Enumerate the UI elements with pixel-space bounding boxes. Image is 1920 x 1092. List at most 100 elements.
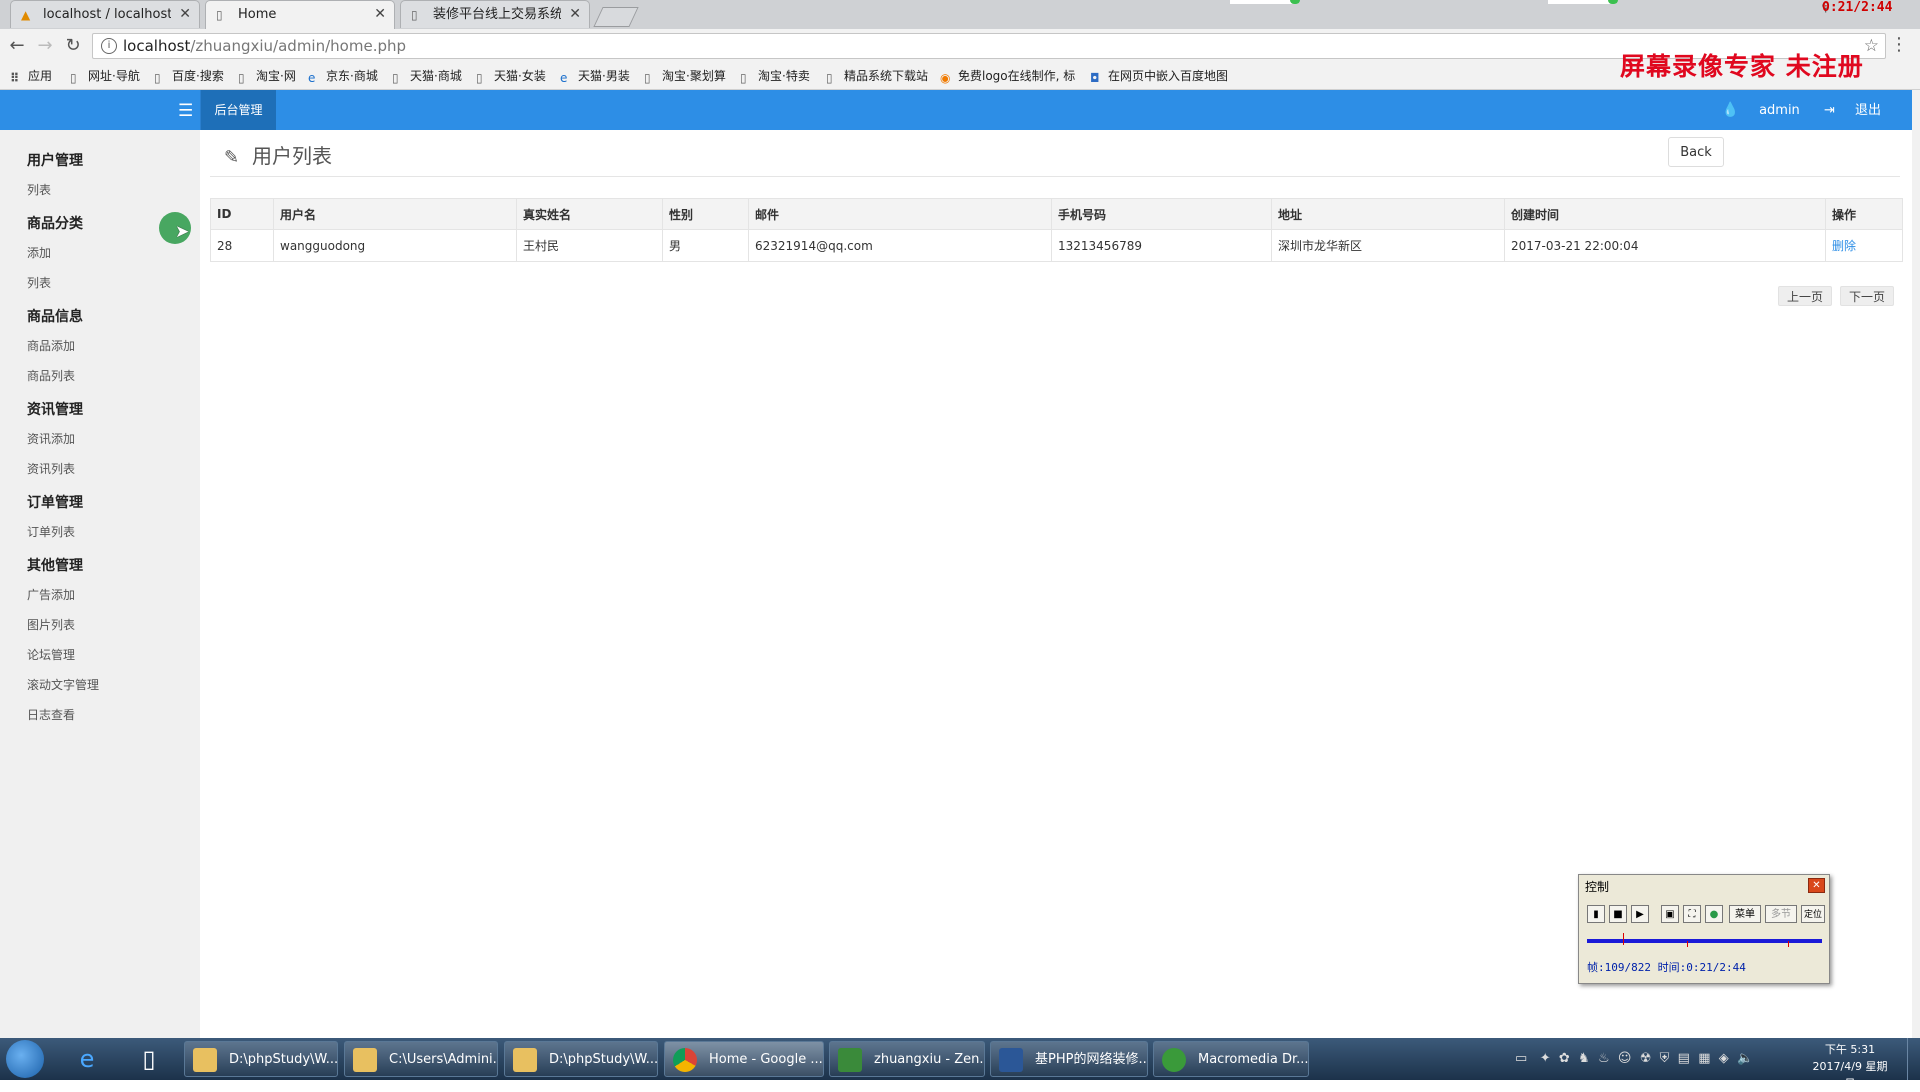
bookmark-apps[interactable]: ⠿ 应用 [10, 64, 52, 89]
recorder-locate-button[interactable]: 定位 [1801, 905, 1825, 923]
tray-app-icon[interactable]: ▤ [1678, 1051, 1690, 1066]
taskbar-item-dreamweaver[interactable]: Macromedia Dr... [1153, 1041, 1309, 1077]
sidebar-item-image-list[interactable]: 图片列表 [27, 616, 75, 633]
tab-phpmyadmin[interactable]: ▲ localhost / localhost / z ✕ [10, 0, 200, 28]
sidebar-group-order[interactable]: 订单管理 [27, 492, 83, 512]
sidebar-item-user-list[interactable]: 列表 [27, 181, 51, 198]
tray-app-icon[interactable]: ✦ [1540, 1051, 1551, 1066]
keyboard-icon[interactable]: ▭ [1515, 1051, 1527, 1066]
sidebar-item-category-add[interactable]: 添加 [27, 244, 51, 261]
close-tab-icon[interactable]: ✕ [374, 1, 386, 28]
tray-app-icon[interactable]: ☺ [1618, 1051, 1632, 1066]
prev-page-button[interactable]: 上一页 [1778, 286, 1833, 306]
bookmark-item[interactable]: ▯ 精品系统下载站 [826, 64, 928, 89]
sidebar-item-order-list[interactable]: 订单列表 [27, 523, 75, 540]
delete-link[interactable]: 删除 [1832, 239, 1856, 253]
tab-home[interactable]: ▯ Home ✕ [205, 0, 395, 29]
sidebar-group-product[interactable]: 商品信息 [27, 306, 83, 326]
bookmark-item[interactable]: ▯ 天猫·女装 [476, 64, 546, 89]
bookmark-item[interactable]: ◘ 在网页中嵌入百度地图 [1090, 64, 1228, 89]
next-frame-button[interactable]: ▶ [1631, 905, 1649, 923]
tray-app-icon[interactable]: ☢ [1640, 1051, 1652, 1066]
recording-timer: 0:21/2:44 [1822, 0, 1893, 15]
sidebar-group-user[interactable]: 用户管理 [27, 150, 83, 170]
logout-link[interactable]: ⇥ 退出 [1808, 103, 1881, 118]
back-arrow-icon[interactable]: ← [6, 35, 28, 57]
page-scrollbar[interactable] [1912, 90, 1920, 1038]
sidebar-group-other[interactable]: 其他管理 [27, 555, 83, 575]
sidebar-item-product-add[interactable]: 商品添加 [27, 337, 75, 354]
network-icon[interactable]: ▦ [1698, 1051, 1710, 1066]
sidebar-item-category-list[interactable]: 列表 [27, 274, 51, 291]
url-text[interactable]: localhost/zhuangxiu/admin/home.php [123, 34, 406, 58]
tray-app-icon[interactable]: ◈ [1719, 1051, 1729, 1066]
close-icon[interactable]: ✕ [1808, 878, 1825, 893]
sidebar-item-logs[interactable]: 日志查看 [27, 706, 75, 723]
taskbar-item-word[interactable]: 基PHP的网络装修... [990, 1041, 1148, 1077]
close-tab-icon[interactable]: ✕ [179, 1, 191, 28]
show-desktop-button[interactable] [1907, 1038, 1920, 1080]
sidebar-item-forum[interactable]: 论坛管理 [27, 646, 75, 663]
folder-icon [513, 1048, 537, 1072]
bookmark-item[interactable]: ▯ 网址·导航 [70, 64, 140, 89]
theme-drop-icon[interactable]: 💧 [1721, 102, 1738, 118]
cell-id: 28 [210, 229, 274, 262]
sidebar-item-news-add[interactable]: 资讯添加 [27, 430, 75, 447]
sidebar-item-news-list[interactable]: 资讯列表 [27, 460, 75, 477]
bookmark-item[interactable]: e 京东·商城 [308, 64, 378, 89]
taskbar-item-chrome[interactable]: Home - Google ... [664, 1041, 824, 1077]
sidebar-group-category[interactable]: 商品分类 [27, 213, 83, 233]
clock[interactable]: 下午 5:31 2017/4/9 星期日 [1810, 1041, 1890, 1092]
tray-app-icon[interactable]: ♨ [1598, 1051, 1610, 1066]
play-pause-button[interactable]: ▮ [1587, 905, 1605, 923]
admin-user-link[interactable]: admin [1759, 103, 1800, 118]
back-button[interactable]: Back [1668, 137, 1724, 167]
new-tab-button[interactable] [593, 7, 639, 27]
tray-app-icon[interactable]: ♞ [1578, 1051, 1590, 1066]
browser-menu-icon[interactable]: ⋮ [1890, 34, 1908, 55]
taskbar-item-folder-1[interactable]: D:\phpStudy\W... [184, 1041, 338, 1077]
forward-arrow-icon[interactable]: → [34, 35, 56, 57]
bookmark-item[interactable]: ▯ 天猫·商城 [392, 64, 462, 89]
bookmark-item[interactable]: ▯ 淘宝·网 [238, 64, 296, 89]
recorder-title: 控制 [1585, 880, 1610, 894]
site-info-icon[interactable]: i [101, 38, 117, 54]
sidebar-item-ad-add[interactable]: 广告添加 [27, 586, 75, 603]
logout-icon: ⇥ [1823, 103, 1835, 118]
stop-button[interactable]: ■ [1609, 905, 1627, 923]
bookmark-star-icon[interactable]: ☆ [1864, 36, 1879, 56]
bookmark-item[interactable]: ◉ 免费logo在线制作, 标 [940, 64, 1076, 89]
tray-app-icon[interactable]: ✿ [1559, 1051, 1570, 1066]
next-page-button[interactable]: 下一页 [1840, 286, 1895, 306]
nav-tab-admin[interactable]: 后台管理 [200, 90, 276, 130]
hamburger-menu-icon[interactable]: ☰ [178, 101, 193, 121]
taskbar-item-folder-2[interactable]: C:\Users\Admini... [344, 1041, 498, 1077]
url-bar[interactable]: i localhost/zhuangxiu/admin/home.php ☆ [92, 33, 1886, 59]
col-gender: 性别 [662, 198, 749, 230]
shield-icon[interactable]: ⛨ [1660, 1051, 1670, 1066]
ie-icon[interactable]: e [72, 1044, 102, 1074]
bookmark-item[interactable]: ▯ 百度·搜索 [154, 64, 224, 89]
taskbar-item-zend[interactable]: zhuangxiu - Zen... [829, 1041, 985, 1077]
bookmark-item[interactable]: ▯ 淘宝·特卖 [740, 64, 810, 89]
col-address: 地址 [1271, 198, 1505, 230]
sidebar-group-news[interactable]: 资讯管理 [27, 399, 83, 419]
taskbar-item-folder-3[interactable]: D:\phpStudy\W... [504, 1041, 658, 1077]
fit-window-button[interactable]: ▣ [1661, 905, 1679, 923]
volume-icon[interactable]: 🔈 [1737, 1051, 1753, 1066]
folder-icon [193, 1048, 217, 1072]
page-icon: ▯ [411, 8, 418, 22]
reload-icon[interactable]: ↻ [62, 35, 84, 57]
tab-zhuangxiu-system[interactable]: ▯ 装修平台线上交易系统 ✕ [400, 0, 590, 28]
start-button[interactable] [6, 1040, 44, 1078]
green-globe-button[interactable]: ● [1705, 905, 1723, 923]
bookmark-item[interactable]: ▯ 淘宝·聚划算 [644, 64, 726, 89]
sidebar-item-marquee[interactable]: 滚动文字管理 [27, 676, 99, 693]
recorder-multi-button[interactable]: 多节 [1765, 905, 1797, 923]
recorder-menu-button[interactable]: 菜单 [1729, 905, 1761, 923]
document-icon[interactable]: ▯ [134, 1044, 164, 1074]
bookmark-item[interactable]: e 天猫·男装 [560, 64, 630, 89]
sidebar-item-product-list[interactable]: 商品列表 [27, 367, 75, 384]
fullscreen-button[interactable]: ⛶ [1683, 905, 1701, 923]
close-tab-icon[interactable]: ✕ [569, 1, 581, 28]
